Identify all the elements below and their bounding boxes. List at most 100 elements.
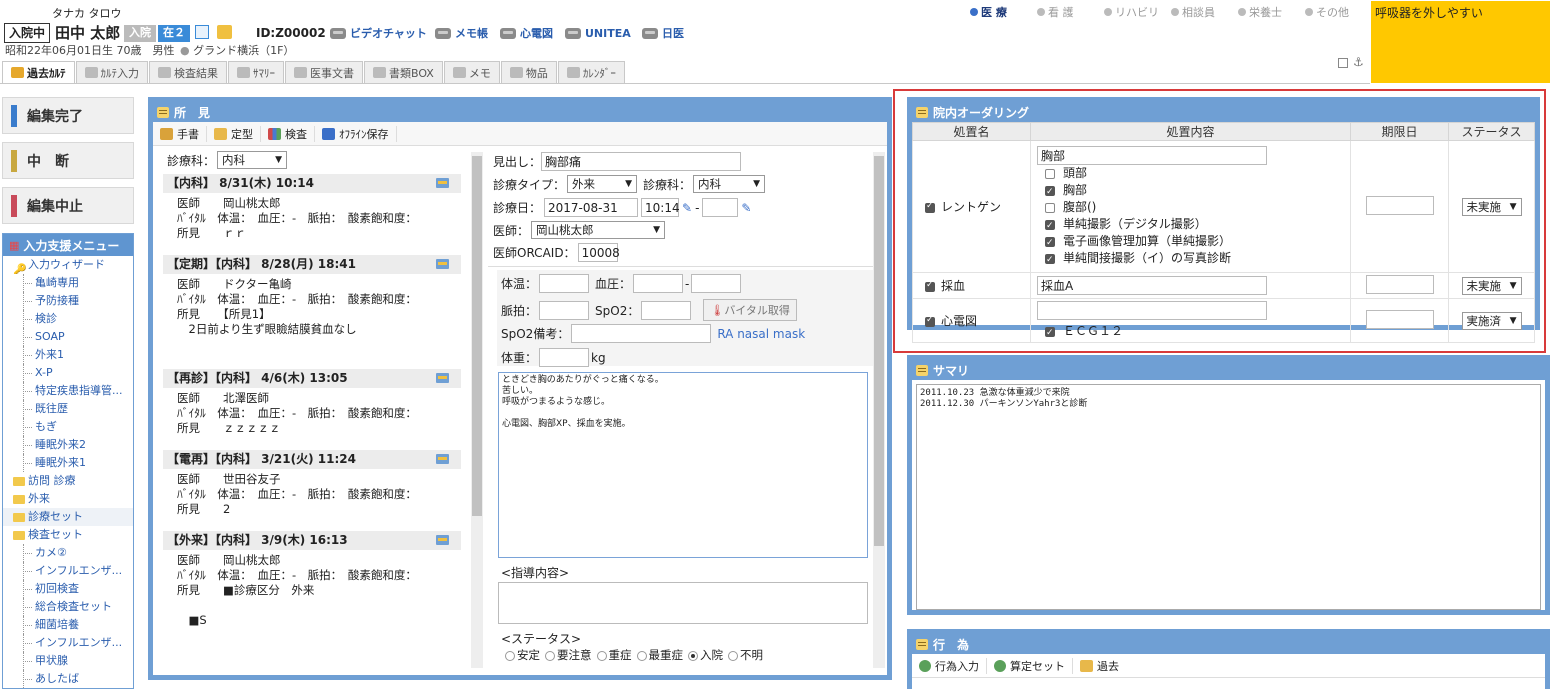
order-option[interactable]: ＥＣＧ１２ [1037,323,1344,342]
offline-save-button[interactable]: ｵﾌﾗｲﾝ保存 [315,125,397,142]
scroll-thumb[interactable] [472,156,482,516]
spo2-input[interactable] [641,300,692,320]
order-option[interactable]: 頭部 [1037,165,1344,182]
menu-item[interactable]: 検査セット [3,526,133,544]
menu-item[interactable]: 甲状腺 [3,652,133,670]
order-option[interactable]: 電子画像管理加算（単純撮影） [1037,233,1344,252]
menu-item[interactable]: X-P [3,364,133,382]
order-option[interactable]: 単純間接撮影（イ）の写真診断 [1037,250,1344,269]
weight-input[interactable] [539,348,590,367]
unitea-tool[interactable]: UNITEA [565,25,631,41]
menu-item[interactable]: 外来 [3,490,133,508]
orca-input[interactable]: 10008 [577,243,620,262]
radio-button[interactable] [596,650,607,661]
menu-item[interactable]: 亀崎専用 [3,274,133,292]
status-radio[interactable]: 不明 [728,647,763,663]
dept-select[interactable]: 内科 [217,151,288,169]
status-radio[interactable]: 重症 [596,647,632,663]
role-nutrition[interactable]: 栄養士 [1238,4,1305,20]
edit-cancel-button[interactable]: 編集中止 [2,187,134,224]
menu-item[interactable]: 睡眠外来1 [3,454,133,472]
order-checkbox[interactable] [925,201,935,213]
menu-item[interactable]: SOAP [3,328,133,346]
date-input[interactable]: 2017-08-31 [544,198,639,217]
role-rehab[interactable]: リハビリ [1104,4,1171,20]
edit-complete-button[interactable]: 編集完了 [2,97,134,134]
template-button[interactable]: 定型 [207,125,261,142]
radio-button[interactable] [636,650,647,661]
bp-high-input[interactable] [633,274,684,293]
clock-icon[interactable]: ✎ [741,201,751,215]
tab-medical-docs[interactable]: 医事文書 [285,61,363,83]
video-chat-tool[interactable]: ビデオチャット [330,25,427,41]
pin-checkbox[interactable] [1338,58,1348,68]
menu-item[interactable]: 予防接種 [3,292,133,310]
form-dept-select[interactable]: 内科 [693,175,766,193]
menu-item[interactable]: 訪問 診療 [3,472,133,490]
order-status-select[interactable]: 未実施 [1461,197,1522,216]
due-date-input[interactable] [1365,274,1434,294]
history-scrollbar[interactable] [471,152,483,668]
edit-icon[interactable] [436,178,449,188]
status-radio[interactable]: 入院 [688,647,723,663]
role-nursing[interactable]: 看 護 [1037,4,1104,20]
role-other[interactable]: その他 [1305,4,1372,20]
order-status-select[interactable]: 実施済 [1461,311,1522,330]
form-scrollbar[interactable] [873,152,885,668]
midashi-input[interactable]: 胸部痛 [541,152,742,171]
menu-item[interactable]: 特定疾患指導管... [3,382,133,400]
vital-fetch-button[interactable]: 🌡バイタル取得 [703,299,797,321]
order-status-select[interactable]: 未実施 [1461,276,1522,295]
nichii-tool[interactable]: 日医 [642,25,684,41]
test-button[interactable]: 検査 [261,125,315,142]
order-content-input[interactable]: 胸部 [1037,146,1267,165]
clock-icon[interactable]: ✎ [682,201,692,215]
option-checkbox[interactable] [1045,184,1055,201]
role-counselor[interactable]: 相談員 [1171,4,1238,20]
tab-past-karte[interactable]: 過去ｶﾙﾃ [2,61,75,83]
edit-icon[interactable] [436,454,449,464]
status-radio[interactable]: 要注意 [545,647,592,663]
window-icon[interactable] [195,25,209,39]
status-radio[interactable]: 安定 [505,647,540,663]
tab-test-results[interactable]: 検査結果 [149,61,227,83]
option-checkbox[interactable] [1045,235,1055,252]
tab-doc-box[interactable]: 書類BOX [364,61,443,83]
history-entry[interactable]: 【再診】【内科】 4/6(木) 13:05 医師 北澤医師 ﾊﾞｲﾀﾙ 体温： 血圧… [163,369,461,436]
history-entry[interactable]: 【電再】【内科】 3/21(火) 11:24 医師 世田谷友子 ﾊﾞｲﾀﾙ 体温： … [163,450,461,517]
menu-item[interactable]: 診療セット [3,508,133,526]
menu-item[interactable]: あしたば [3,670,133,688]
radio-button[interactable] [688,650,698,661]
menu-item[interactable]: 総合検査セット [3,598,133,616]
tab-karte-input[interactable]: ｶﾙﾃ入力 [75,61,148,83]
pause-button[interactable]: 中 断 [2,142,134,179]
guide-textarea[interactable] [498,582,868,624]
time-input[interactable]: 10:14 [641,198,680,217]
end-time-input[interactable] [702,198,739,217]
bp-low-input[interactable] [691,274,742,293]
spo2note-input[interactable] [571,324,712,343]
order-option[interactable]: 腹部() [1037,199,1344,216]
menu-item[interactable]: 初回検査 [3,580,133,598]
past-button[interactable]: 過去 [1073,658,1126,674]
due-date-input[interactable] [1365,195,1434,215]
radio-button[interactable] [728,650,738,661]
order-content-input[interactable] [1037,301,1267,320]
note-icon[interactable] [217,25,232,39]
order-checkbox[interactable] [925,280,935,292]
option-checkbox[interactable] [1045,252,1055,269]
scroll-thumb[interactable] [874,156,884,546]
history-entry[interactable]: 【定期】【内科】 8/28(月) 18:41 医師 ドクター亀崎 ﾊﾞｲﾀﾙ 体温：… [163,255,461,337]
order-option[interactable]: 単純撮影（デジタル撮影） [1037,216,1344,235]
menu-item[interactable]: インフルエンザ... [3,562,133,580]
tab-calendar[interactable]: ｶﾚﾝﾀﾞｰ [557,61,625,83]
due-date-input[interactable] [1365,309,1434,329]
option-checkbox[interactable] [1045,168,1055,179]
menu-item[interactable]: カメ② [3,544,133,562]
radio-button[interactable] [545,650,555,661]
tab-supplies[interactable]: 物品 [500,61,557,83]
edit-icon[interactable] [436,259,449,269]
calc-set-button[interactable]: 算定セット [987,657,1073,674]
menu-item[interactable]: 検診 [3,310,133,328]
option-checkbox[interactable] [1045,202,1055,213]
